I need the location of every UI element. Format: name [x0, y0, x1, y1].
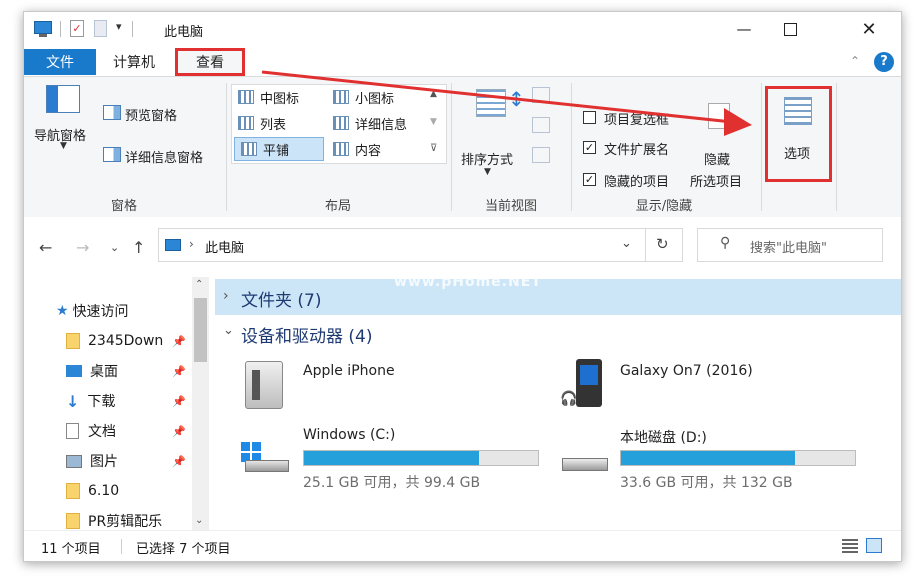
chevron-right-icon: ›: [223, 288, 229, 304]
scroll-up-icon[interactable]: ⌃: [195, 279, 203, 290]
download-icon: ↓: [66, 391, 80, 411]
devices-group-title: 设备和驱动器 (4): [241, 327, 373, 347]
nav-item-downloads[interactable]: ↓ 下载 📌: [66, 386, 206, 416]
pin-icon[interactable]: 📌: [172, 395, 186, 408]
address-separator: [645, 229, 646, 261]
iphone-device-icon: [245, 361, 283, 409]
watermark: www.pHome.NET: [394, 274, 542, 290]
nav-quick-access[interactable]: ★ 快速访问: [56, 296, 129, 326]
chevron-down-icon: ⌄: [223, 323, 234, 338]
address-row: ← → ⌄ ↑ › 此电脑 ⌄ ↻ ⚲ 搜索"此电脑": [24, 217, 901, 267]
drive-space-info: 25.1 GB 可用，共 99.4 GB: [303, 475, 481, 491]
refresh-icon[interactable]: ↻: [656, 235, 669, 253]
pictures-icon: [66, 454, 82, 468]
device-galaxy-on7[interactable]: 🎧 Galaxy On7 (2016): [556, 357, 876, 413]
device-apple-iphone[interactable]: Apple iPhone: [239, 357, 539, 413]
nav-item-pictures[interactable]: 图片 📌: [66, 446, 206, 476]
pin-icon[interactable]: 📌: [172, 425, 186, 438]
drive-usage-bar: [620, 450, 856, 466]
status-bar: 11 个项目 已选择 7 个项目: [24, 530, 901, 561]
device-name: Galaxy On7 (2016): [620, 363, 753, 379]
status-separator: [121, 539, 122, 554]
earphones-icon: 🎧: [560, 391, 578, 407]
breadcrumb[interactable]: 此电脑: [205, 237, 244, 256]
desktop-icon: [66, 365, 82, 377]
navigation-pane: ★ 快速访问 2345Down 📌 桌面 📌 ↓ 下载 📌 文档 📌 图片 📌 6…: [24, 267, 210, 532]
drive-usage-fill: [621, 451, 796, 465]
nav-item-desktop[interactable]: 桌面 📌: [66, 356, 206, 386]
folder-icon: [66, 483, 80, 499]
item-count: 11 个项目: [41, 542, 101, 557]
drive-usage-fill: [304, 451, 479, 465]
folder-icon: [66, 513, 80, 529]
details-view-icon[interactable]: [842, 539, 858, 553]
address-dropdown-icon[interactable]: ⌄: [621, 236, 632, 251]
pin-icon[interactable]: 📌: [172, 335, 186, 348]
nav-item-documents[interactable]: 文档 📌: [66, 416, 206, 446]
nav-item-6-10[interactable]: 6.10: [66, 476, 119, 506]
forward-icon[interactable]: →: [76, 238, 89, 257]
up-icon[interactable]: ↑: [132, 238, 145, 257]
search-input[interactable]: ⚲ 搜索"此电脑": [697, 228, 883, 262]
drive-local-d[interactable]: 本地磁盘 (D:) 33.6 GB 可用，共 132 GB: [556, 422, 876, 492]
drive-usage-bar: [303, 450, 539, 466]
explorer-window: ✓ ▾ 此电脑 — ✕ 文件 计算机 查看 ⌃ ? 导航窗格 ▼ 预览窗格 详细…: [23, 11, 902, 562]
large-icons-view-icon[interactable]: [866, 538, 882, 553]
folders-group-title: 文件夹 (7): [241, 291, 322, 311]
search-placeholder: 搜索"此电脑": [750, 241, 827, 256]
drive-windows-c[interactable]: Windows (C:) 25.1 GB 可用，共 99.4 GB: [239, 422, 549, 492]
scroll-down-icon[interactable]: ⌄: [195, 515, 203, 526]
search-icon: ⚲: [720, 235, 731, 251]
address-bar[interactable]: › 此电脑 ⌄ ↻: [158, 228, 683, 262]
computer-icon: [165, 239, 181, 251]
pin-icon[interactable]: 📌: [172, 365, 186, 378]
star-icon: ★: [56, 303, 69, 319]
pin-icon[interactable]: 📌: [172, 455, 186, 468]
breadcrumb-chevron-icon: ›: [189, 237, 194, 251]
back-icon[interactable]: ←: [39, 238, 52, 257]
selected-count: 已选择 7 个项目: [136, 542, 231, 557]
folder-icon: [66, 333, 80, 349]
devices-group-header[interactable]: ⌄ 设备和驱动器 (4): [215, 317, 901, 349]
hard-drive-icon: [562, 458, 608, 471]
device-name: Apple iPhone: [303, 363, 395, 379]
nav-item-2345down[interactable]: 2345Down 📌: [66, 326, 206, 356]
windows-drive-icon: [241, 442, 289, 472]
document-icon: [66, 423, 79, 439]
media-player-icon: [576, 359, 602, 407]
drive-space-info: 33.6 GB 可用，共 132 GB: [620, 475, 793, 491]
drive-name: Windows (C:): [303, 427, 396, 443]
recent-dropdown-icon[interactable]: ⌄: [110, 241, 119, 254]
folders-group-header[interactable]: › 文件夹 (7): [215, 279, 901, 315]
nav-scroll-thumb[interactable]: [194, 298, 207, 362]
drive-name: 本地磁盘 (D:): [620, 430, 707, 446]
